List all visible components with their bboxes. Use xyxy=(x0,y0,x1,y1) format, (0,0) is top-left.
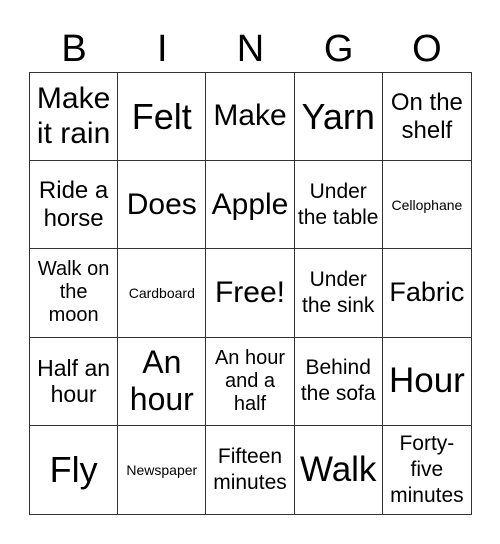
bingo-cell[interactable]: Under the sink xyxy=(294,249,383,338)
free-space-cell[interactable]: Free! xyxy=(206,249,295,338)
bingo-cell[interactable]: Behind the sofa xyxy=(294,337,383,426)
header-letter-g: G xyxy=(323,28,354,70)
bingo-cell[interactable]: Under the table xyxy=(294,161,383,250)
bingo-cell[interactable]: Apple xyxy=(206,161,295,250)
bingo-cell[interactable]: Forty-five minutes xyxy=(383,426,471,514)
header-letter-n: N xyxy=(236,28,265,70)
bingo-cell[interactable]: An hour xyxy=(118,337,207,426)
bingo-cell[interactable]: Half an hour xyxy=(30,337,119,426)
bingo-cell[interactable]: Newspaper xyxy=(118,425,207,514)
bingo-cell[interactable]: Fifteen minutes xyxy=(206,425,295,514)
header-letter-i: I xyxy=(157,28,168,70)
header-letter-o: O xyxy=(412,28,442,70)
bingo-cell[interactable]: Walk on the moon xyxy=(30,249,119,338)
bingo-grid: Make it rain Felt Make Yarn On the shelf… xyxy=(29,72,472,515)
bingo-cell[interactable]: An hour and a half xyxy=(206,337,295,426)
bingo-cell[interactable]: Fabric xyxy=(382,249,471,338)
bingo-cell[interactable]: On the shelf xyxy=(382,73,471,162)
bingo-cell[interactable]: Felt xyxy=(118,73,207,162)
bingo-cell[interactable]: Walk xyxy=(295,425,383,514)
bingo-cell[interactable]: Fly xyxy=(30,425,119,514)
bingo-cell[interactable]: Hour xyxy=(382,338,471,426)
bingo-cell[interactable]: Yarn xyxy=(294,73,383,162)
bingo-cell[interactable]: Make it rain xyxy=(30,73,119,162)
bingo-cell[interactable]: Ride a horse xyxy=(30,161,119,250)
bingo-cell[interactable]: Cardboard xyxy=(118,249,207,338)
bingo-cell[interactable]: Does xyxy=(118,161,207,250)
header-letter-b: B xyxy=(61,28,87,70)
bingo-cell[interactable]: Cellophane xyxy=(382,161,471,250)
bingo-header: B I N G O xyxy=(30,26,471,72)
bingo-cell[interactable]: Make xyxy=(206,73,295,162)
